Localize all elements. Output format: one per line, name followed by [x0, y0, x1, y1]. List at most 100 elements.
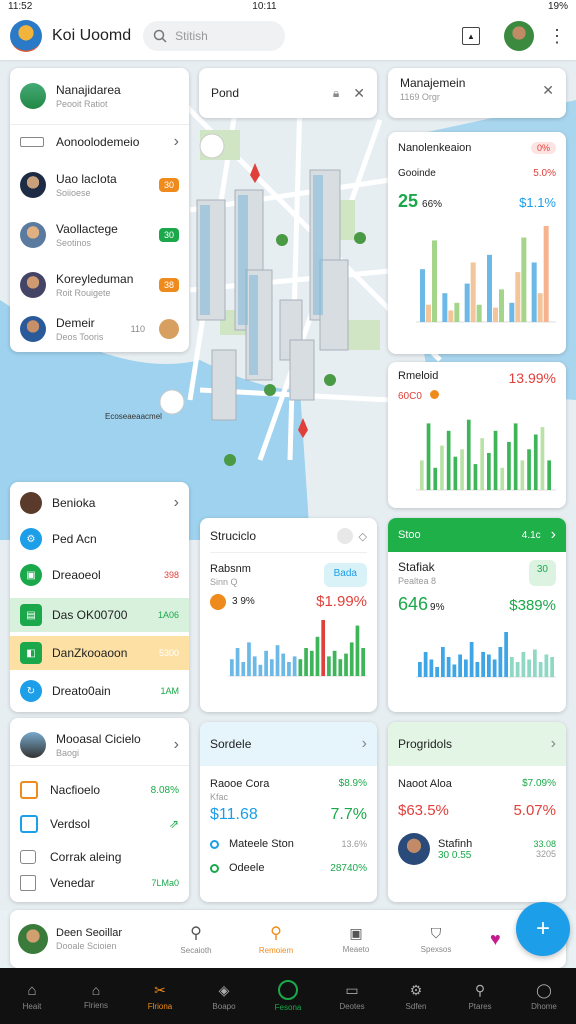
search-icon: ⚲	[474, 981, 486, 998]
list-item[interactable]: Nacfioelo 8.08%	[10, 776, 189, 804]
stat-card: Stoo 4.1c › Stafiak Pealtea 8 30 646 9% $…	[388, 518, 566, 712]
chart-bar	[435, 667, 439, 677]
chart-bar	[487, 254, 492, 322]
tab-friona[interactable]: ✂ Flriona	[132, 968, 189, 1024]
battery-level: 19%	[547, 0, 568, 12]
row-right: 28740%	[330, 862, 367, 874]
tab-home[interactable]: ⌂ Heait	[4, 968, 61, 1024]
stat-sub: Pealtea 8	[398, 576, 437, 586]
profile-name: Deen Seoillar	[56, 927, 123, 939]
list-item[interactable]: Benioka ›	[10, 488, 189, 518]
chart-bar	[527, 659, 531, 677]
record-icon	[278, 980, 298, 1000]
chart-bar	[470, 262, 476, 322]
checkbox-icon[interactable]	[20, 875, 36, 891]
lock-icon[interactable]: 🔒︎	[333, 86, 339, 101]
action-remove[interactable]: ⚲ Remoiem	[236, 911, 316, 967]
chart-bar	[448, 310, 454, 322]
contact-row[interactable]: Aonoolodemeio ›	[10, 124, 189, 158]
profile-avatar[interactable]	[18, 924, 48, 954]
tab-sdfen[interactable]: ⚙ Sdfen	[388, 968, 445, 1024]
contact-name: Vaollactege	[56, 222, 118, 236]
action-search[interactable]: ⚲ Secaioth	[156, 911, 236, 967]
chart-bar	[440, 445, 444, 490]
shield-icon[interactable]: ◇	[359, 530, 367, 543]
tab-dhome[interactable]: ◯ Dhome	[516, 968, 573, 1024]
close-icon[interactable]: ✕	[542, 82, 554, 99]
stat-big: 646	[398, 594, 429, 614]
list-item[interactable]: ⚙ Ped Acn	[10, 524, 189, 554]
calendar-icon: ▣	[20, 564, 42, 586]
home-icon: ⌂	[27, 981, 37, 999]
list-item[interactable]: ↻ Dreato0ain 1AM	[10, 676, 189, 706]
contact-row[interactable]: Vaollactege Seotinos 30	[10, 212, 189, 258]
contact-row[interactable]: Nanajidarea Peooit Ratiot	[10, 76, 189, 116]
action-label: Meaeto	[342, 944, 370, 954]
chart-bar	[531, 262, 537, 322]
manage-card: Manajemein 1169 Orgr ✕	[388, 68, 566, 118]
chart-bar	[476, 304, 482, 322]
contact-name: Aonoolodemeio	[56, 134, 140, 149]
tab-ptares[interactable]: ⚲ Ptares	[452, 968, 509, 1024]
chart-bar	[252, 656, 257, 676]
toggle-icon[interactable]	[336, 528, 353, 544]
tab-friends[interactable]: ⌂ Flriens	[68, 968, 125, 1024]
chart-bar	[458, 654, 462, 677]
contact-row[interactable]: Koreyleduman Roit Rouigete 38	[10, 262, 189, 308]
chevron-right-icon: ›	[550, 735, 556, 752]
list-item[interactable]: Corrak aleing	[10, 844, 189, 870]
avatar	[20, 83, 46, 109]
list-item-value: 8.08%	[150, 784, 179, 796]
action-meet[interactable]: ▣ Meaeto	[316, 911, 396, 967]
app-logo[interactable]	[10, 20, 42, 52]
chart-bar	[540, 427, 545, 490]
tab-fesona[interactable]: Fesona	[260, 968, 317, 1024]
list-header[interactable]: Mooasal Cicielo Baogi ›	[10, 724, 189, 766]
chart-bar	[446, 430, 451, 490]
chart-bar	[466, 419, 471, 490]
fab-button[interactable]: +	[516, 902, 570, 956]
studio-badge: Bada	[323, 563, 367, 587]
image-icon[interactable]: ▲	[462, 27, 480, 45]
search-bar[interactable]: Stitish	[143, 21, 286, 51]
bar-chart	[416, 419, 556, 491]
progress-title: Progridols	[398, 737, 453, 751]
chart-bar	[355, 625, 360, 676]
avatar	[20, 316, 46, 342]
sordele-header[interactable]: Sordele ›	[200, 722, 377, 766]
tab-label: Sdfen	[405, 1001, 427, 1011]
stat-header-label: Stoo	[398, 529, 421, 541]
action-label: Remoiem	[258, 946, 294, 955]
list-item-label: Venedar	[50, 876, 95, 890]
tab-label: Ptares	[468, 1001, 492, 1011]
tab-deotes[interactable]: ▭ Deotes	[324, 968, 381, 1024]
row-pct: $8.9%	[338, 778, 367, 789]
action-specs[interactable]: ⛉ Spexsos	[396, 911, 476, 967]
progress-header[interactable]: Progridols ›	[388, 722, 566, 766]
contact-name: Uao lacIota	[56, 172, 117, 186]
user-avatar[interactable]	[504, 21, 534, 51]
row-label: Raooe Cora	[210, 778, 270, 790]
heart-icon[interactable]: ♥	[490, 929, 501, 950]
list-item[interactable]: Venedar 7LMa0	[10, 870, 189, 896]
chart-bar	[480, 438, 484, 490]
store-icon: ⌂	[91, 982, 101, 998]
tab-boapo[interactable]: ◈ Boapo	[196, 968, 253, 1024]
list-item[interactable]: ▤ Das OK00700 1A06	[10, 598, 189, 632]
list-item[interactable]: Verdsol ⇗	[10, 810, 189, 838]
close-icon[interactable]: ✕	[353, 85, 365, 102]
tab-label: Fesona	[274, 1003, 302, 1012]
chart-bar	[538, 662, 543, 677]
studio-sub: Sinn Q	[210, 577, 238, 587]
more-menu-icon[interactable]: ⋮	[548, 26, 566, 47]
contact-row[interactable]: Uao lacIota Soiioese 30	[10, 162, 189, 208]
chart-bar	[258, 664, 263, 676]
list-item[interactable]: ◧ DanZkooaoon 5300	[10, 636, 189, 670]
chart-bar	[454, 302, 460, 322]
list-item[interactable]: ▣ Dreaoeol 398	[10, 560, 189, 590]
chart-title: Rmeloid	[398, 370, 439, 382]
contact-row[interactable]: Demeir Deos Tooris 110	[10, 308, 189, 350]
search-icon	[153, 29, 167, 43]
tab-label: Flriens	[83, 1001, 108, 1010]
stat-header[interactable]: Stoo 4.1c ›	[388, 518, 566, 552]
